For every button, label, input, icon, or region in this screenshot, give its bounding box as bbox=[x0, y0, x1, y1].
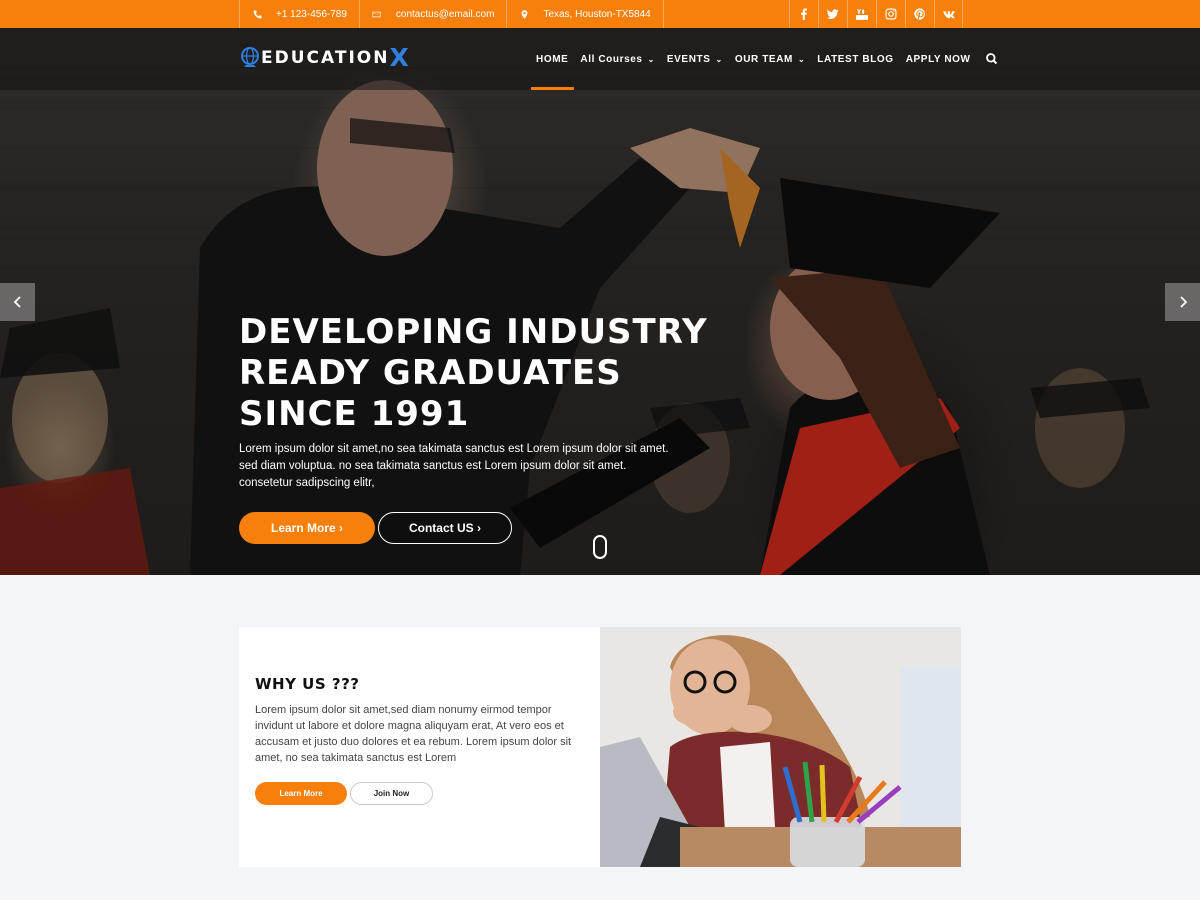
top-bar: +1 123-456-789 contactus@email.com Texas… bbox=[0, 0, 1200, 28]
chevron-right-icon: › bbox=[473, 521, 481, 535]
hero-contact-us-button[interactable]: Contact US › bbox=[378, 512, 512, 544]
hero-description: Lorem ipsum dolor sit amet,no sea takima… bbox=[239, 443, 669, 489]
why-us-title: WHY US ??? bbox=[255, 675, 360, 693]
nav-our-team[interactable]: OUR TEAM ⌄ bbox=[729, 28, 811, 90]
site-logo[interactable]: EDUCATION X bbox=[240, 45, 409, 70]
phone-info[interactable]: +1 123-456-789 bbox=[239, 0, 359, 28]
hero-contact-us-label: Contact US bbox=[408, 521, 474, 535]
why-us-content: WHY US ??? Lorem ipsum dolor sit amet,se… bbox=[255, 675, 585, 805]
nav-apply-now-label: APPLY NOW bbox=[905, 53, 971, 65]
nav-all-courses[interactable]: All Courses ⌄ bbox=[574, 28, 660, 90]
why-join-now-button[interactable]: Join Now bbox=[350, 782, 433, 805]
map-marker-icon bbox=[519, 9, 529, 19]
phone-number: +1 123-456-789 bbox=[276, 8, 347, 20]
address-text: Texas, Houston-TX5844 bbox=[543, 8, 651, 20]
main-navbar: EDUCATION X HOME All Courses ⌄ EVENTS ⌄ OU… bbox=[0, 28, 1200, 90]
slider-next-button[interactable] bbox=[1165, 283, 1200, 321]
vk-icon[interactable] bbox=[934, 0, 963, 28]
hero-buttons: Learn More › Contact US › bbox=[239, 512, 709, 544]
chevron-left-icon bbox=[13, 296, 21, 308]
nav-all-courses-label: All Courses bbox=[580, 53, 643, 65]
youtube-icon[interactable] bbox=[847, 0, 876, 28]
envelope-icon bbox=[372, 9, 382, 19]
nav-events[interactable]: EVENTS ⌄ bbox=[661, 28, 729, 90]
address-info: Texas, Houston-TX5844 bbox=[506, 0, 664, 28]
hero-title: DEVELOPING INDUSTRY READY GRADUATES SINC… bbox=[239, 312, 709, 435]
email-address: contactus@email.com bbox=[395, 8, 495, 20]
chevron-right-icon: › bbox=[335, 521, 344, 535]
nav-events-label: EVENTS bbox=[666, 53, 711, 65]
hero-learn-more-button[interactable]: Learn More › bbox=[239, 512, 375, 544]
search-icon[interactable] bbox=[985, 52, 999, 66]
nav-apply-now[interactable]: APPLY NOW bbox=[900, 28, 977, 90]
instagram-icon[interactable] bbox=[876, 0, 905, 28]
nav-menu: HOME All Courses ⌄ EVENTS ⌄ OUR TEAM ⌄ LATE… bbox=[530, 28, 999, 90]
why-us-buttons: Learn More Join Now bbox=[255, 782, 585, 805]
contact-info: +1 123-456-789 contactus@email.com Texas… bbox=[239, 0, 664, 28]
hero-content: DEVELOPING INDUSTRY READY GRADUATES SINC… bbox=[239, 312, 709, 544]
why-us-section: WHY US ??? Lorem ipsum dolor sit amet,se… bbox=[239, 627, 961, 867]
nav-home-label: HOME bbox=[536, 53, 569, 65]
chevron-right-icon bbox=[1179, 296, 1187, 308]
social-links bbox=[789, 0, 963, 28]
logo-text: EDUCATION bbox=[261, 47, 390, 68]
twitter-icon[interactable] bbox=[818, 0, 847, 28]
globe-icon bbox=[241, 46, 259, 67]
chevron-down-icon: ⌄ bbox=[647, 54, 655, 64]
facebook-icon[interactable] bbox=[789, 0, 818, 28]
student-photo bbox=[600, 627, 961, 867]
scroll-down-indicator[interactable] bbox=[593, 535, 607, 559]
why-us-description: Lorem ipsum dolor sit amet,sed diam nonu… bbox=[255, 704, 572, 764]
pinterest-icon[interactable] bbox=[905, 0, 934, 28]
nav-our-team-label: OUR TEAM bbox=[734, 53, 793, 65]
nav-latest-blog-label: LATEST BLOG bbox=[817, 53, 894, 65]
student-illustration bbox=[600, 627, 961, 867]
chevron-down-icon: ⌄ bbox=[715, 54, 723, 64]
chevron-down-icon: ⌄ bbox=[797, 54, 806, 64]
hero-learn-more-label: Learn More bbox=[270, 521, 336, 535]
nav-latest-blog[interactable]: LATEST BLOG bbox=[811, 28, 899, 90]
slider-prev-button[interactable] bbox=[0, 283, 35, 321]
nav-home[interactable]: HOME bbox=[530, 28, 575, 90]
logo-accent: X bbox=[389, 43, 409, 72]
hero-title-line-3: SINCE 1991 bbox=[239, 394, 470, 434]
phone-icon bbox=[252, 9, 262, 19]
hero-title-line-1: DEVELOPING INDUSTRY bbox=[239, 312, 708, 352]
hero-title-line-2: READY GRADUATES bbox=[239, 353, 622, 393]
email-info[interactable]: contactus@email.com bbox=[358, 0, 507, 28]
why-learn-more-button[interactable]: Learn More bbox=[255, 782, 347, 805]
